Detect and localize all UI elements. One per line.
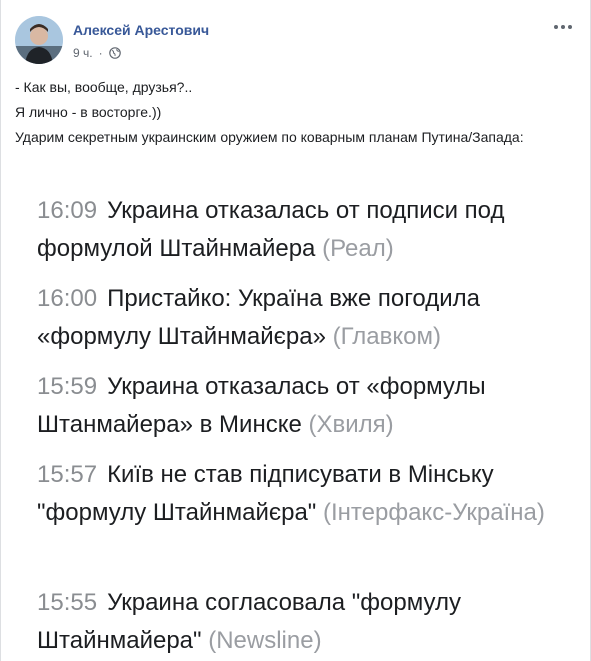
- meta-separator: ·: [98, 46, 103, 60]
- news-item: 16:09 Украина отказалась от подписи под ф…: [37, 192, 573, 268]
- news-source: (Newsline): [208, 627, 322, 654]
- news-source: (Главком): [332, 323, 442, 350]
- news-source: (Реал): [322, 235, 394, 262]
- dot: [554, 25, 558, 29]
- news-source: (Інтерфакс-Україна): [323, 499, 545, 526]
- news-time: 16:00: [37, 285, 98, 312]
- avatar-image: [15, 16, 63, 64]
- news-time: 15:59: [37, 373, 98, 400]
- news-item: 16:00 Пристайко: Україна вже погодила «фо…: [37, 280, 537, 356]
- news-time: 16:09: [37, 197, 98, 224]
- news-screenshot[interactable]: 16:09 Украина отказалась от подписи под ф…: [1, 186, 590, 661]
- post-timestamp[interactable]: 9 ч.: [73, 46, 93, 60]
- more-dots-icon[interactable]: [551, 20, 575, 34]
- news-item: 15:59 Украина отказалась от «формулы Штан…: [37, 368, 537, 444]
- news-item: 15:57 Київ не став підписувати в Мінську …: [37, 456, 557, 532]
- post-line-1: - Как вы, вообще, друзья?..: [15, 79, 193, 95]
- news-item: 15:55 Украина согласовала "формулу Штайнм…: [37, 584, 517, 660]
- author-name[interactable]: Алексей Арестович: [73, 22, 209, 38]
- post-line-2: Я лично - в восторге.)): [15, 104, 162, 120]
- news-headline: Украина отказалась от подписи под формул…: [37, 197, 505, 262]
- post-meta: 9 ч. ·: [73, 46, 121, 60]
- news-source: (Хвиля): [308, 411, 394, 438]
- facebook-post: Алексей Арестович 9 ч. · - Как вы, вообщ…: [0, 0, 591, 661]
- news-headline: Украина отказалась от «формулы Штанмайер…: [37, 373, 486, 438]
- dot: [561, 25, 565, 29]
- post-header: Алексей Арестович 9 ч. ·: [13, 16, 579, 66]
- dot: [568, 25, 572, 29]
- post-text: - Как вы, вообще, друзья?.. Я лично - в …: [15, 78, 575, 153]
- post-line-3: Ударим секретным украинским оружием по к…: [15, 129, 524, 145]
- news-time: 15:55: [37, 589, 98, 616]
- globe-icon[interactable]: [108, 47, 121, 59]
- profile-avatar[interactable]: [15, 16, 63, 64]
- news-time: 15:57: [37, 461, 98, 488]
